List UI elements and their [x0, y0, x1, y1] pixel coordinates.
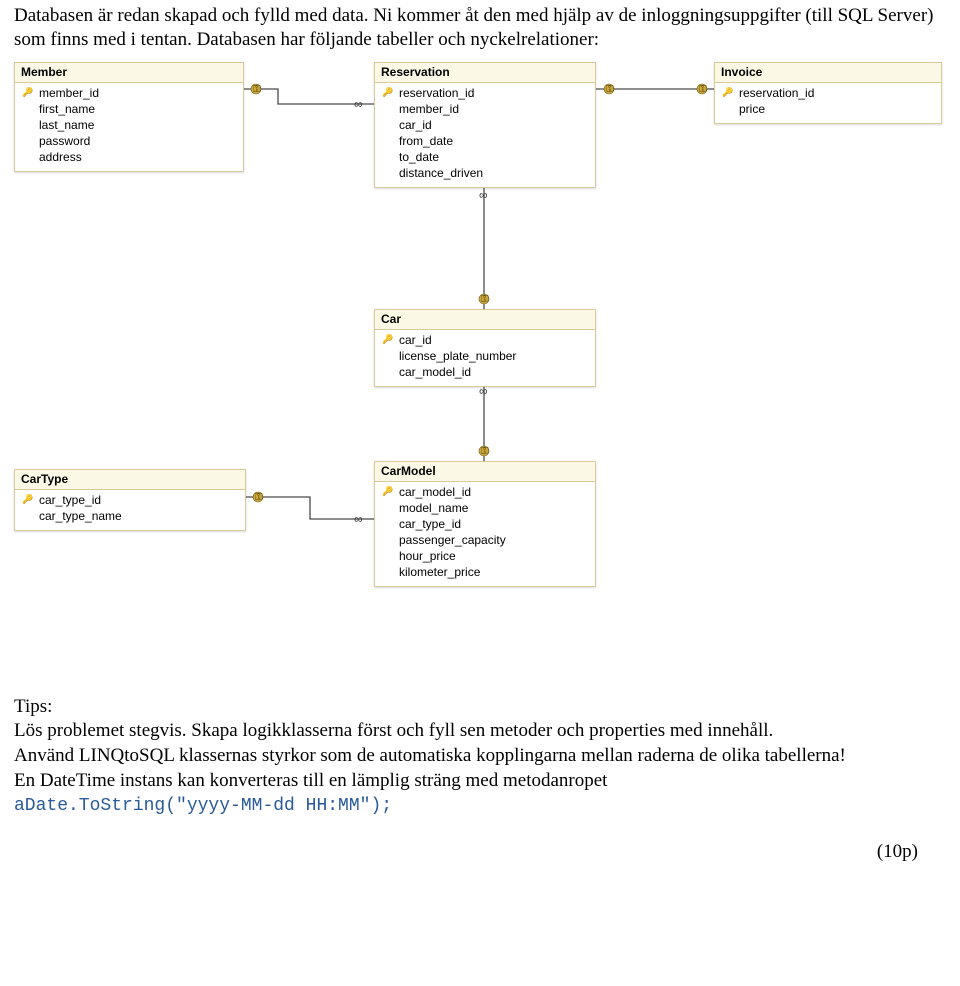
column-row: kilometer_price	[375, 564, 595, 580]
column-row: 🔑car_model_id	[375, 484, 595, 500]
tips-line: Lös problemet stegvis. Skapa logikklasse…	[14, 719, 946, 744]
column-name: last_name	[35, 118, 94, 132]
code-sample: aDate.ToString("yyyy-MM-dd HH:MM");	[14, 796, 392, 816]
column-name: password	[35, 134, 90, 148]
svg-text:⚿: ⚿	[606, 84, 614, 95]
column-row: car_type_name	[15, 508, 245, 524]
column-row: price	[715, 101, 941, 117]
column-row: distance_driven	[375, 165, 595, 181]
column-row: member_id	[375, 101, 595, 117]
column-row: 🔑reservation_id	[375, 85, 595, 101]
column-row: last_name	[15, 117, 243, 133]
svg-text:⚿: ⚿	[699, 84, 707, 95]
table-header: Member	[15, 63, 243, 83]
column-name: from_date	[395, 134, 453, 148]
table-body: 🔑car_idlicense_plate_numbercar_model_id	[375, 330, 595, 386]
primary-key-icon: 🔑	[381, 486, 395, 497]
table-invoice: Invoice 🔑reservation_idprice	[714, 62, 942, 124]
table-carmodel: CarModel 🔑car_model_idmodel_namecar_type…	[374, 461, 596, 587]
column-row: model_name	[375, 500, 595, 516]
column-name: car_model_id	[395, 365, 471, 379]
column-row: to_date	[375, 149, 595, 165]
column-row: license_plate_number	[375, 348, 595, 364]
table-header: Car	[375, 310, 595, 330]
column-name: car_model_id	[395, 485, 471, 499]
column-name: distance_driven	[395, 166, 483, 180]
svg-text:∞: ∞	[354, 97, 363, 111]
tips-heading: Tips:	[14, 695, 946, 720]
column-row: hour_price	[375, 548, 595, 564]
column-name: member_id	[35, 86, 99, 100]
table-body: 🔑member_idfirst_namelast_namepasswordadd…	[15, 83, 243, 171]
tips-line: Använd LINQtoSQL klassernas styrkor som …	[14, 744, 946, 769]
table-body: 🔑reservation_idprice	[715, 83, 941, 123]
svg-text:⚿: ⚿	[481, 446, 489, 457]
tips-line: En DateTime instans kan konverteras till…	[14, 769, 946, 819]
column-row: car_id	[375, 117, 595, 133]
table-header: Invoice	[715, 63, 941, 83]
column-name: car_id	[395, 118, 432, 132]
table-member: Member 🔑member_idfirst_namelast_namepass…	[14, 62, 244, 172]
primary-key-icon: 🔑	[381, 334, 395, 345]
column-row: passenger_capacity	[375, 532, 595, 548]
column-row: address	[15, 149, 243, 165]
svg-text:⚿: ⚿	[255, 492, 263, 503]
column-name: hour_price	[395, 549, 456, 563]
svg-text:⚿: ⚿	[253, 84, 261, 95]
column-row: from_date	[375, 133, 595, 149]
column-name: member_id	[395, 102, 459, 116]
table-body: 🔑car_model_idmodel_namecar_type_idpassen…	[375, 482, 595, 586]
column-name: reservation_id	[395, 86, 474, 100]
primary-key-icon: 🔑	[721, 87, 735, 98]
table-body: 🔑car_type_idcar_type_name	[15, 490, 245, 530]
column-row: 🔑car_id	[375, 332, 595, 348]
tips-text: En DateTime instans kan konverteras till…	[14, 770, 607, 791]
column-name: car_type_name	[35, 509, 122, 523]
table-header: CarType	[15, 470, 245, 490]
column-row: car_model_id	[375, 364, 595, 380]
column-name: to_date	[395, 150, 439, 164]
column-name: license_plate_number	[395, 349, 516, 363]
points-label: (10p)	[14, 841, 946, 863]
column-row: 🔑member_id	[15, 85, 243, 101]
primary-key-icon: 🔑	[21, 87, 35, 98]
column-name: passenger_capacity	[395, 533, 506, 547]
column-row: 🔑reservation_id	[715, 85, 941, 101]
column-name: car_id	[395, 333, 432, 347]
table-cartype: CarType 🔑car_type_idcar_type_name	[14, 469, 246, 531]
table-body: 🔑reservation_idmember_idcar_idfrom_datet…	[375, 83, 595, 187]
column-name: address	[35, 150, 82, 164]
column-name: model_name	[395, 501, 468, 515]
intro-paragraph: Databasen är redan skapad och fylld med …	[14, 4, 946, 53]
column-name: car_type_id	[35, 493, 101, 507]
column-name: first_name	[35, 102, 95, 116]
tips-block: Tips: Lös problemet stegvis. Skapa logik…	[14, 695, 946, 819]
primary-key-icon: 🔑	[381, 87, 395, 98]
svg-text:⚿: ⚿	[481, 294, 489, 305]
column-name: price	[735, 102, 765, 116]
column-name: car_type_id	[395, 517, 461, 531]
column-row: 🔑car_type_id	[15, 492, 245, 508]
table-header: Reservation	[375, 63, 595, 83]
table-car: Car 🔑car_idlicense_plate_numbercar_model…	[374, 309, 596, 387]
column-name: kilometer_price	[395, 565, 480, 579]
svg-text:∞: ∞	[354, 512, 363, 526]
svg-text:∞: ∞	[479, 188, 488, 202]
column-row: first_name	[15, 101, 243, 117]
column-row: password	[15, 133, 243, 149]
primary-key-icon: 🔑	[21, 494, 35, 505]
column-name: reservation_id	[735, 86, 814, 100]
erd-diagram: ⚿ ∞ ⚿ ⚿ ∞ ⚿ ∞ ⚿ ⚿ ∞ Mem	[14, 59, 944, 657]
column-row: car_type_id	[375, 516, 595, 532]
table-reservation: Reservation 🔑reservation_idmember_idcar_…	[374, 62, 596, 188]
table-header: CarModel	[375, 462, 595, 482]
